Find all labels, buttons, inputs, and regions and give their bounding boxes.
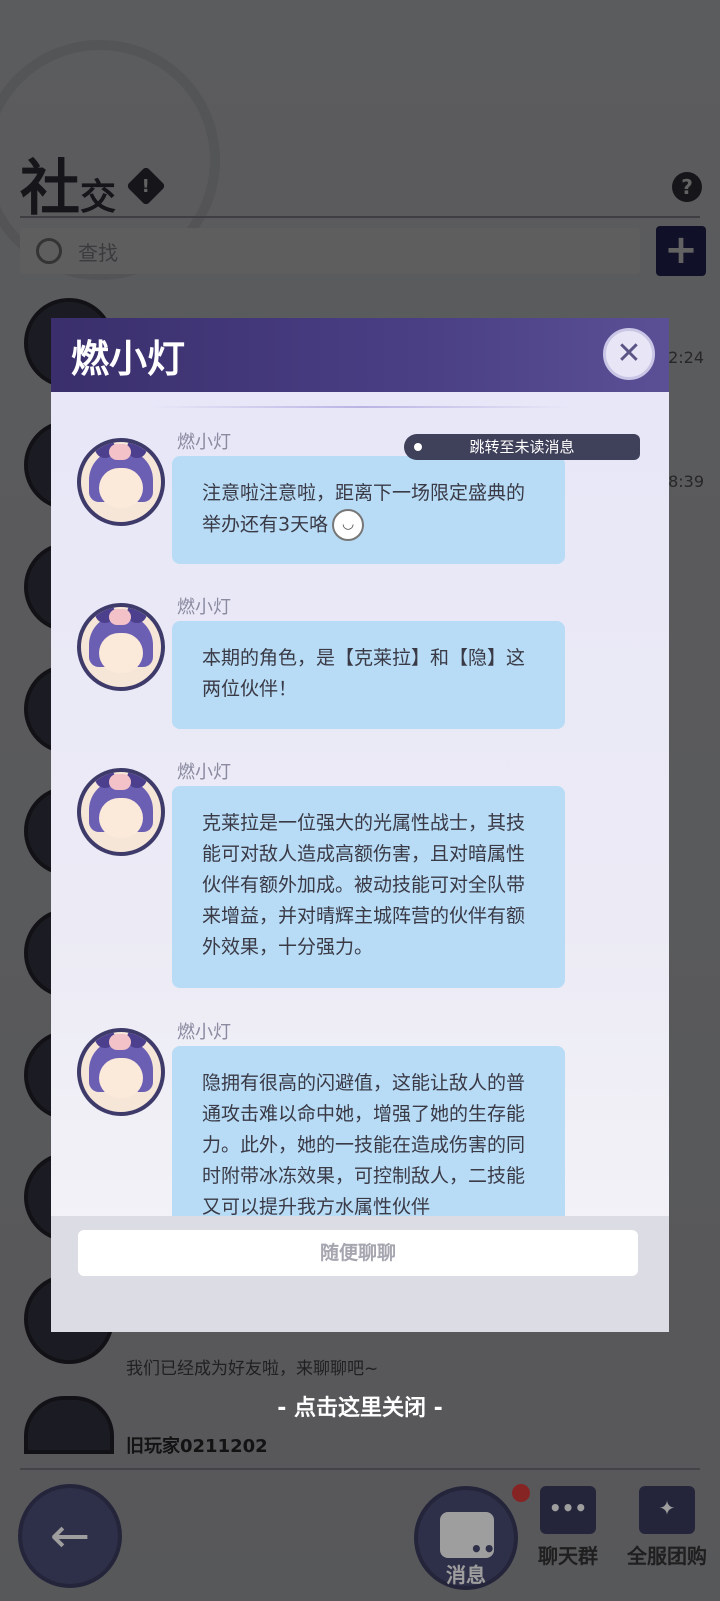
dialog-header: 燃小灯 ✕ [51, 318, 669, 392]
ticket-icon: ✦ [639, 1486, 695, 1534]
close-button[interactable]: ✕ [603, 328, 655, 380]
sender-avatar[interactable] [77, 1028, 165, 1116]
tap-to-close-hint[interactable]: - 点击这里关闭 - [0, 1390, 720, 1422]
chat-dialog: 燃小灯 ✕ 燃小灯 注意啦注意啦，距离下一场限定盛典的举办还有3天咯 ◡ 燃小灯 … [51, 318, 669, 1332]
chat-group-icon: ••• [540, 1486, 596, 1534]
nav-chat-group[interactable]: ••• 聊天群 [528, 1486, 608, 1569]
message-bubble: 隐拥有很高的闪避值，这能让敌人的普通攻击难以命中她，增强了她的生存能力。此外，她… [172, 1046, 565, 1216]
smile-emoji-icon: ◡ [332, 509, 365, 541]
message-bubble: 注意啦注意啦，距离下一场限定盛典的举办还有3天咯 ◡ [172, 456, 565, 564]
dot-icon [414, 443, 422, 451]
nav-server-group-buy[interactable]: ✦ 全服团购 [622, 1486, 712, 1569]
sender-avatar[interactable] [77, 603, 165, 691]
sender-avatar[interactable] [77, 768, 165, 856]
message-bubble-icon: ••• [440, 1512, 508, 1561]
message-bubble: 本期的角色，是【克莱拉】和【隐】这两位伙伴！ [172, 621, 565, 729]
sender-name: 燃小灯 [177, 597, 231, 618]
dialog-title: 燃小灯 [71, 336, 186, 381]
chat-message-list[interactable]: 燃小灯 注意啦注意啦，距离下一场限定盛典的举办还有3天咯 ◡ 燃小灯 本期的角色，… [51, 408, 669, 1216]
message-bubble: 克莱拉是一位强大的光属性战士，其技能可对敌人造成高额伤害，且对暗属性伙伴有额外加… [172, 786, 565, 988]
sender-name: 燃小灯 [177, 762, 231, 783]
jump-to-unread-button[interactable]: 跳转至未读消息 [404, 434, 640, 460]
back-button[interactable]: ← [18, 1484, 122, 1588]
sender-name: 燃小灯 [177, 432, 231, 453]
close-icon: ✕ [616, 336, 642, 371]
sender-avatar[interactable] [77, 438, 165, 526]
chat-input[interactable]: 随便聊聊 [78, 1230, 638, 1276]
sender-name: 燃小灯 [177, 1022, 231, 1043]
back-arrow-icon: ← [49, 1508, 91, 1564]
input-bar: 随便聊聊 [51, 1216, 669, 1332]
nav-messages[interactable]: ••• 消息 [414, 1484, 530, 1590]
